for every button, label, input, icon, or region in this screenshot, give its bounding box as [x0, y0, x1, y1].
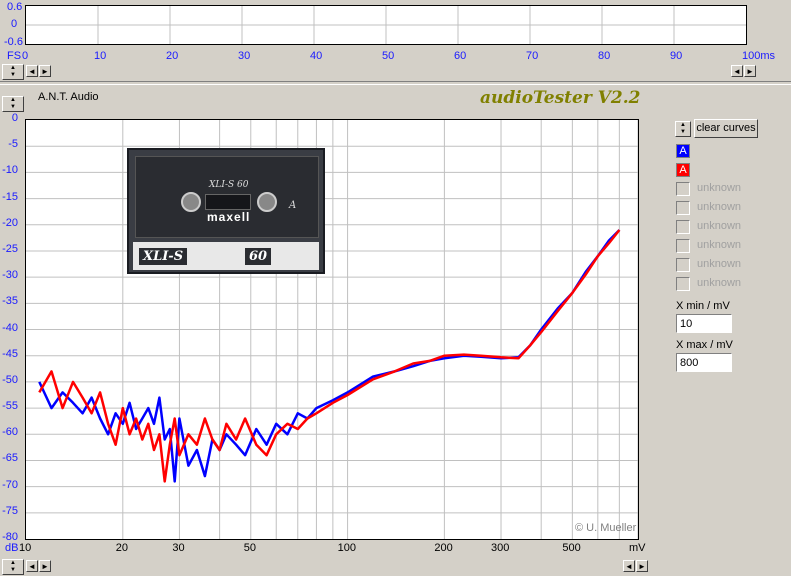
cassette-reel-left-icon — [181, 192, 201, 212]
x-tick-label: 20 — [115, 542, 129, 554]
scope-x-tick: 100ms — [742, 50, 776, 62]
curve-toggle-2[interactable] — [676, 182, 690, 196]
y-tick-label: -60 — [2, 426, 18, 439]
x-tick-label: 50 — [243, 542, 257, 554]
scope-fs-label: FS — [7, 50, 22, 62]
cassette-model-top: XLI-S 60 — [209, 180, 249, 190]
y-tick-label: -30 — [2, 269, 18, 282]
x-tick-label: 30 — [172, 542, 185, 554]
x-tick-label: mV — [629, 542, 646, 554]
copyright-label: © U. Mueller — [575, 522, 637, 534]
chart-svg — [26, 120, 638, 539]
curve-toggle-0[interactable]: A — [676, 144, 690, 158]
xmax-label: X max / mV — [676, 339, 733, 351]
scope-x-tick: 70 — [526, 50, 539, 62]
curve-toggle-3[interactable] — [676, 201, 690, 215]
curve-label-3: unknown — [697, 201, 742, 213]
scope-scroll-right-button[interactable]: ► — [39, 65, 51, 77]
cassette-reel-right-icon — [257, 192, 277, 212]
curve-label-5: unknown — [697, 239, 742, 251]
y-tick-label: -20 — [2, 216, 18, 229]
x-tick-label: 500 — [562, 542, 581, 554]
scope-x-tick: 20 — [166, 50, 179, 62]
scope-x-left-button[interactable]: ◄ — [731, 65, 743, 77]
scope-x-tick: 30 — [238, 50, 251, 62]
scope-x-tick: 60 — [454, 50, 467, 62]
curve-label-6: unknown — [697, 258, 742, 270]
scope-x-tick: 0 — [22, 50, 29, 62]
x-tick-label: 10 — [19, 542, 32, 554]
x-end-left-button[interactable]: ◄ — [623, 560, 635, 572]
y-tick-label: -15 — [2, 190, 18, 203]
scope-y-tick: 0 — [11, 18, 18, 30]
y-tick-label: -10 — [2, 164, 18, 177]
x-tick-label: 100 — [337, 542, 356, 554]
y-tick-label: -25 — [2, 242, 18, 255]
curve-label-2: unknown — [697, 182, 742, 194]
app-title: audioTester V2.2 — [480, 88, 641, 108]
cassette-length: 60 — [245, 248, 272, 265]
scope-y-tick: 0.6 — [7, 1, 23, 13]
y-tick-label: -50 — [2, 373, 18, 386]
y-tick-label: -70 — [2, 478, 18, 491]
y-zoom-spinner[interactable]: ▲ ▼ — [2, 96, 24, 112]
x-end-right-button[interactable]: ► — [636, 560, 648, 572]
curve-toggle-4[interactable] — [676, 220, 690, 234]
scope-scroll-left-button[interactable]: ◄ — [26, 65, 38, 77]
xmin-field[interactable] — [676, 314, 732, 333]
curve-toggle-1[interactable]: A — [676, 163, 690, 177]
cassette-side: A — [289, 200, 297, 211]
cassette-model: XLI-S — [139, 248, 188, 265]
x-tick-label: 200 — [434, 542, 453, 554]
cassette-image: XLI-S 60 maxell A XLI-S 60 — [127, 148, 325, 274]
scope-zoom-spinner[interactable]: ▲ ▼ — [2, 64, 24, 80]
y-tick-label: -45 — [2, 347, 18, 360]
y-tick-label: -75 — [2, 504, 18, 517]
scope-y-tick: -0.6 — [4, 36, 23, 48]
panel-separator — [0, 81, 791, 85]
curve-toggle-5[interactable] — [676, 239, 690, 253]
xmin-label: X min / mV — [676, 300, 730, 312]
curve-label-4: unknown — [697, 220, 742, 232]
x-tick-label: 300 — [491, 542, 510, 554]
brand-label: A.N.T. Audio — [38, 91, 99, 103]
xmax-field[interactable] — [676, 353, 732, 372]
curve-label-7: unknown — [697, 277, 742, 289]
y-tick-label: 0 — [11, 112, 18, 124]
scope-x-tick: 40 — [310, 50, 323, 62]
curve-toggle-7[interactable] — [676, 277, 690, 291]
x-zoom-spinner[interactable]: ▲ ▼ — [2, 559, 24, 575]
scope-x-tick: 90 — [670, 50, 683, 62]
y-tick-label: -55 — [2, 400, 18, 413]
y-tick-label: -5 — [8, 138, 18, 151]
y-unit-label: dB — [5, 542, 19, 554]
scope-x-tick: 10 — [94, 50, 107, 62]
scope-x-right-button[interactable]: ► — [744, 65, 756, 77]
scope-x-tick: 50 — [382, 50, 395, 62]
y-tick-label: -65 — [2, 452, 18, 465]
curves-spinner[interactable]: ▲ ▼ — [675, 121, 691, 137]
x-scroll-right-button[interactable]: ► — [39, 560, 51, 572]
y-tick-label: -40 — [2, 321, 18, 334]
main-plot: XLI-S 60 maxell A XLI-S 60 © U. Mueller — [25, 119, 639, 540]
scope-x-tick: 80 — [598, 50, 611, 62]
y-tick-label: -35 — [2, 295, 18, 308]
cassette-brand: maxell — [207, 210, 251, 224]
curve-toggle-6[interactable] — [676, 258, 690, 272]
x-scroll-left-button[interactable]: ◄ — [26, 560, 38, 572]
scope-plot — [25, 5, 747, 45]
clear-curves-button[interactable]: clear curves — [694, 119, 758, 138]
